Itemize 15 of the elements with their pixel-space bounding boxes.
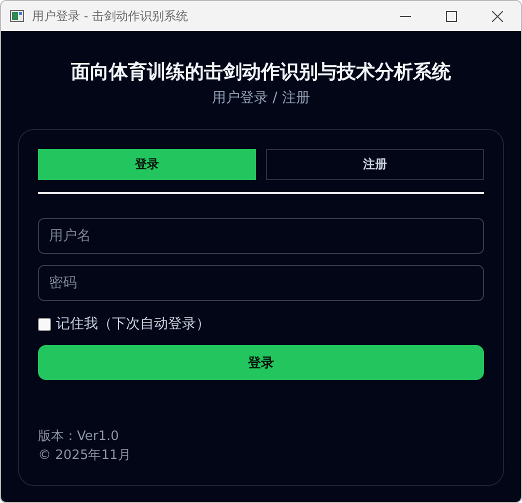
checkbox[interactable] — [38, 318, 51, 330]
remember-label[interactable]: 记住我（下次自动登录） — [56, 315, 210, 333]
subtitle: 用户登录 / 注册 — [212, 89, 310, 107]
footer-text: 版本：Ver1.0 — [38, 428, 120, 446]
maximize-icon[interactable] — [446, 10, 457, 22]
login-button[interactable]: 登录 — [38, 345, 484, 380]
tab[interactable]: 注册 — [266, 149, 484, 180]
window-title: 用户登录 - 击剑动作识别系统 — [32, 8, 188, 24]
app-title: 面向体育训练的击剑动作识别与技术分析系统 — [71, 60, 451, 85]
close-icon[interactable] — [492, 10, 503, 22]
footer-text: © 2025年11月 — [38, 447, 132, 465]
tab[interactable]: 登录 — [38, 149, 256, 180]
username-field[interactable]: 用户名 — [38, 218, 484, 254]
app-icon — [10, 10, 24, 22]
password-field[interactable]: 密码 — [38, 265, 484, 301]
